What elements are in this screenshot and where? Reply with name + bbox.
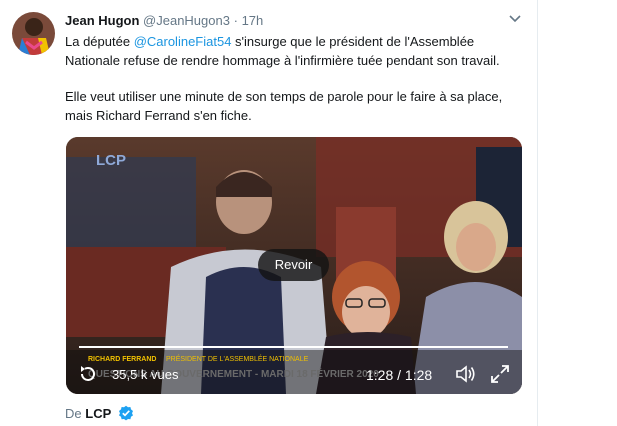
mention-link[interactable]: @CarolineFiat54 xyxy=(134,34,232,49)
view-count: 35,5 k vues xyxy=(112,367,179,382)
tweet[interactable]: Jean Hugon @JeanHugon3 · 17h La députée … xyxy=(0,0,537,426)
channel-logo: LCP xyxy=(96,152,126,169)
media-source: De LCP xyxy=(65,405,134,422)
avatar[interactable] xyxy=(12,12,55,55)
volume-icon[interactable] xyxy=(455,364,477,384)
tweet-text: La députée @CarolineFiat54 s'insurge que… xyxy=(65,33,530,125)
video-time: 1:28 / 1:28 xyxy=(366,367,433,383)
lower-third-name: RICHARD FERRAND xyxy=(88,356,156,363)
column-divider xyxy=(537,0,538,426)
author-handle[interactable]: @JeanHugon3 xyxy=(143,13,230,28)
replay-icon[interactable] xyxy=(78,364,98,384)
source-account-link[interactable]: LCP xyxy=(85,406,111,421)
lower-third-role: PRÉSIDENT DE L'ASSEMBLÉE NATIONALE xyxy=(166,354,309,363)
source-label: De xyxy=(65,406,82,421)
verified-badge-icon xyxy=(118,405,133,421)
tweet-header: Jean Hugon @JeanHugon3 · 17h xyxy=(65,13,263,28)
chevron-down-icon[interactable] xyxy=(508,12,522,26)
video-progress-bar[interactable] xyxy=(79,346,508,348)
replay-button[interactable]: Revoir xyxy=(258,249,329,281)
tweet-text-start: La députée xyxy=(65,34,134,49)
separator-dot: · xyxy=(233,13,238,28)
tweet-timestamp[interactable]: 17h xyxy=(242,13,264,28)
tweet-text-paragraph: Elle veut utiliser une minute de son tem… xyxy=(65,89,503,123)
fullscreen-icon[interactable] xyxy=(490,364,510,384)
author-name[interactable]: Jean Hugon xyxy=(65,13,139,28)
